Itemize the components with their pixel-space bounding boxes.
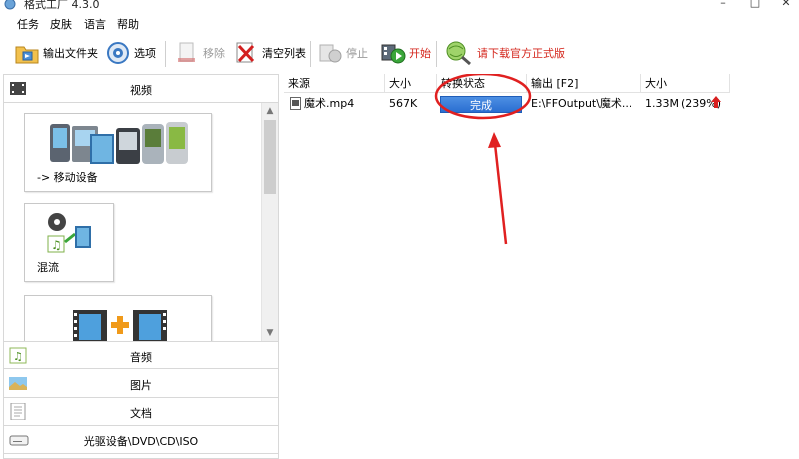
toolbar-separator bbox=[310, 41, 311, 67]
window-title: 格式工厂 4.3.0 bbox=[24, 0, 100, 11]
column-size[interactable]: 大小 bbox=[385, 74, 437, 93]
tile-mux[interactable]: ♫ 混流 bbox=[24, 203, 114, 282]
column-output-size[interactable]: 大小 bbox=[641, 74, 730, 93]
minimize-button[interactable]: – bbox=[708, 0, 738, 10]
mux-icon: ♫ bbox=[45, 212, 95, 259]
category-disc-drive[interactable]: 光驱设备\DVD\CD\ISO bbox=[4, 426, 278, 454]
title-bar: 格式工厂 4.3.0 – □ ✕ bbox=[0, 0, 799, 12]
stop-label: 停止 bbox=[346, 47, 368, 60]
size-ratio: (239%) bbox=[681, 97, 722, 110]
toolbar-separator bbox=[436, 41, 437, 67]
clear-list-icon bbox=[233, 40, 259, 66]
tile-mobile-device[interactable]: -> 移动设备 bbox=[24, 113, 212, 192]
close-button[interactable]: ✕ bbox=[771, 0, 799, 10]
download-official-label: 请下载官方正式版 bbox=[477, 47, 565, 60]
output-size: 1.33M bbox=[645, 97, 679, 110]
stop-icon bbox=[317, 40, 343, 66]
options-gear-icon bbox=[105, 40, 131, 66]
category-audio[interactable]: ♫ 音频 bbox=[4, 341, 278, 369]
stop-button[interactable]: 停止 bbox=[317, 39, 368, 67]
column-source[interactable]: 来源 bbox=[284, 74, 385, 93]
source-file-name: 魔术.mp4 bbox=[304, 97, 355, 110]
menu-task[interactable]: 任务 bbox=[17, 16, 39, 32]
folder-icon bbox=[14, 40, 40, 66]
category-video-label: 视频 bbox=[130, 84, 152, 97]
clear-list-button[interactable]: 清空列表 bbox=[233, 39, 306, 67]
source-size: 567K bbox=[389, 97, 418, 110]
category-panel: 视频 -> 移动设备 ♫ 混流 ▲ ▼ ♫ 音频 图片 文档 光驱设备\DVD\… bbox=[3, 74, 279, 459]
column-status[interactable]: 转换状态 bbox=[437, 74, 527, 93]
ratio-up-arrow-icon bbox=[711, 96, 721, 111]
scroll-thumb[interactable] bbox=[264, 120, 276, 194]
maximize-button[interactable]: □ bbox=[740, 0, 770, 10]
category-picture-label: 图片 bbox=[130, 379, 152, 392]
output-folder-label: 输出文件夹 bbox=[43, 47, 98, 60]
status-badge: 完成 bbox=[440, 96, 522, 113]
remove-icon bbox=[174, 40, 200, 66]
menu-language[interactable]: 语言 bbox=[84, 16, 106, 32]
menu-help[interactable]: 帮助 bbox=[117, 16, 139, 32]
category-document-label: 文档 bbox=[130, 407, 152, 420]
globe-search-icon bbox=[444, 40, 474, 66]
mobile-devices-icon bbox=[50, 120, 190, 171]
video-join-icon bbox=[73, 310, 167, 341]
tile-mux-label: 混流 bbox=[37, 261, 59, 274]
svg-text:♫: ♫ bbox=[51, 238, 62, 252]
app-window: 格式工厂 4.3.0 – □ ✕ 任务 皮肤 语言 帮助 输出文件夹 选项 移除… bbox=[0, 0, 799, 459]
menu-skin[interactable]: 皮肤 bbox=[50, 16, 72, 32]
download-official-link[interactable]: 请下载官方正式版 bbox=[444, 39, 565, 67]
tile-video-join[interactable] bbox=[24, 295, 212, 341]
toolbar: 输出文件夹 选项 移除 清空列表 停止 开始 请下载官方正式版 bbox=[0, 33, 799, 73]
options-button[interactable]: 选项 bbox=[105, 39, 156, 67]
scroll-down-arrow-icon[interactable]: ▼ bbox=[262, 325, 278, 341]
category-document[interactable]: 文档 bbox=[4, 398, 278, 426]
scroll-up-arrow-icon[interactable]: ▲ bbox=[262, 103, 278, 119]
toolbar-separator bbox=[165, 41, 166, 67]
output-path: E:\FFOutput\魔术.... bbox=[531, 97, 631, 110]
app-logo-icon bbox=[4, 0, 16, 10]
video-list-scrollbar[interactable]: ▲ ▼ bbox=[261, 103, 278, 341]
category-disc-drive-label: 光驱设备\DVD\CD\ISO bbox=[83, 435, 199, 448]
table-row[interactable]: 魔术.mp4 567K 完成 E:\FFOutput\魔术.... 1.33M … bbox=[284, 94, 799, 114]
menu-bar: 任务 皮肤 语言 帮助 bbox=[0, 13, 799, 33]
tile-mobile-device-label: -> 移动设备 bbox=[37, 171, 98, 184]
annotation-overlay bbox=[434, 74, 532, 245]
output-folder-button[interactable]: 输出文件夹 bbox=[14, 39, 98, 67]
annotation-arrow-line bbox=[493, 143, 508, 245]
category-video[interactable]: 视频 bbox=[4, 75, 278, 103]
clear-list-label: 清空列表 bbox=[262, 47, 306, 60]
task-list: 来源 大小 转换状态 输出 [F2] 大小 魔术.mp4 567K 完成 E:\… bbox=[284, 74, 799, 459]
remove-button[interactable]: 移除 bbox=[174, 39, 225, 67]
annotation-arrow-head bbox=[488, 132, 501, 148]
video-function-list: -> 移动设备 ♫ 混流 ▲ ▼ bbox=[4, 103, 278, 341]
task-list-header: 来源 大小 转换状态 输出 [F2] 大小 bbox=[284, 74, 730, 93]
category-audio-label: 音频 bbox=[130, 351, 152, 364]
category-picture[interactable]: 图片 bbox=[4, 370, 278, 398]
start-button[interactable]: 开始 bbox=[380, 39, 431, 67]
options-label: 选项 bbox=[134, 47, 156, 60]
remove-label: 移除 bbox=[203, 47, 225, 60]
column-output[interactable]: 输出 [F2] bbox=[527, 74, 641, 93]
start-icon bbox=[380, 40, 406, 66]
start-label: 开始 bbox=[409, 47, 431, 60]
